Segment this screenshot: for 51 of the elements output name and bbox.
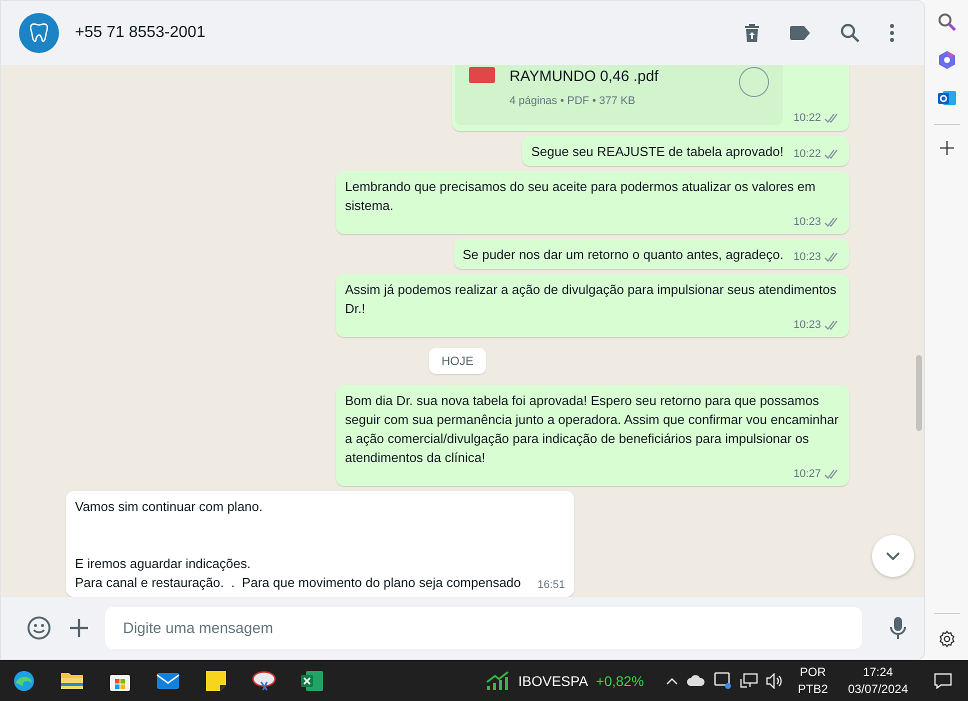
ticker-name[interactable]: IBOVESPA: [518, 672, 588, 688]
clock-time[interactable]: 17:24: [862, 664, 893, 680]
message-time: 10:22: [793, 147, 821, 161]
cloud-icon[interactable]: [686, 674, 706, 686]
message-bubble[interactable]: Segue seu REAJUSTE de tabela aprovado! 10:22: [522, 136, 849, 166]
contact-name[interactable]: +55 71 8553-2001: [75, 24, 724, 42]
contact-avatar[interactable]: [19, 13, 59, 53]
message-bubble[interactable]: Assim já podemos realizar a ação de divulgação para impulsionar seus atendimentos Dr.! 10:23: [336, 274, 849, 337]
tooth-icon: [30, 23, 48, 43]
network-icon[interactable]: [740, 672, 758, 688]
document-attachment[interactable]: RAYMUNDO 0,46 .pdf 4 páginas • PDF • 377 KB: [455, 65, 784, 125]
message-text: Se puder nos dar um retorno o quanto antes, agradeço.: [462, 246, 784, 264]
file-name: RAYMUNDO 0,46 .pdf: [509, 67, 658, 86]
message-bubble[interactable]: Lembrando que precisamos do seu aceite para podermos atualizar os valores em sistema. 10:23: [336, 171, 849, 234]
file-meta: 4 páginas • PDF • 377 KB: [509, 94, 636, 109]
menu-icon: [890, 24, 894, 42]
pdf-icon: [469, 67, 496, 83]
notification-icon[interactable]: [934, 672, 952, 688]
message-time: 16:51: [537, 578, 565, 592]
trash-icon: [744, 23, 760, 43]
scrollbar-thumb[interactable]: [916, 355, 922, 431]
message-text: Bom dia Dr. sua nova tabela foi aprovada! Espero seu retorno para que possamos seguir com sua permanência junto a operadora. Assim que confirmar vou encaminhar a ação comercial/divulgação para indicação de beneficiários para impulsionar os atendimentos da clínica!: [345, 392, 840, 467]
message-time: 10:23: [793, 318, 821, 332]
language-indicator[interactable]: POR: [800, 664, 826, 680]
clock-date[interactable]: 03/07/2024: [848, 680, 908, 698]
attach-button[interactable]: [67, 616, 91, 640]
message-bubble[interactable]: RAYMUNDO 0,46 .pdf 4 páginas • PDF • 377 KB 10:22: [452, 65, 849, 131]
monitor-icon[interactable]: [714, 672, 732, 690]
ticker-change: +0,82%: [596, 672, 644, 688]
emoji-button[interactable]: [25, 614, 53, 642]
chart-rising-icon: [486, 670, 510, 690]
message-bubble[interactable]: [336, 385, 849, 486]
message-bubble[interactable]: Vamos sim continuar com plano. E iremos aguardar indicações. Para canal e restauração. . Para que movimento do plano seja compensado 16:51: [66, 491, 574, 597]
date-divider: HOJE: [429, 348, 486, 374]
message-bubble[interactable]: Se puder nos dar um retorno o quanto antes, agradeço. 10:23: [454, 239, 849, 269]
message-time: 10:23: [793, 215, 821, 229]
download-icon[interactable]: [739, 67, 770, 97]
message-text: Lembrando que precisamos do seu aceite para podermos atualizar os valores em sistema.: [345, 178, 816, 215]
message-text: Segue seu REAJUSTE de tabela aprovado!: [531, 143, 784, 161]
speaker-icon[interactable]: [766, 672, 784, 688]
message-time: 10:23: [793, 250, 821, 264]
message-text: Vamos sim continuar com plano. E iremos aguardar indicações. Para canal e restauração. . Para que movimento do plano seja compensado: [75, 498, 521, 592]
keyboard-layout[interactable]: PTB2: [798, 680, 828, 698]
chevron-up-icon[interactable]: [666, 676, 678, 684]
message-input[interactable]: Digite uma mensagem: [105, 607, 862, 649]
message-time: 10:27: [793, 467, 821, 481]
message-time: 10:22: [793, 111, 821, 125]
chevron-down-icon: [886, 552, 900, 560]
add-button[interactable]: [938, 139, 956, 157]
message-text: Assim já podemos realizar a ação de divulgação para impulsionar seus atendimentos Dr.!: [345, 281, 838, 318]
microphone-button[interactable]: [888, 614, 908, 642]
